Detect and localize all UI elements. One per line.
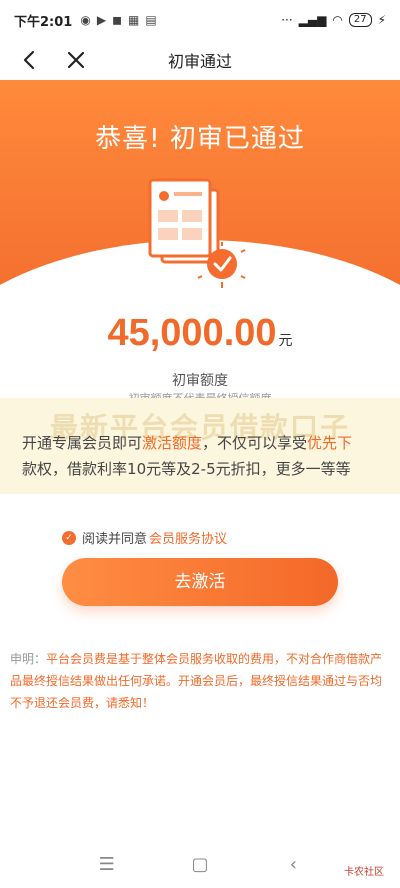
status-system-icons: ··· ▂▄▆ ◠ 27 ⚡ xyxy=(281,13,386,27)
agreement-row[interactable]: ✓ 阅读并同意 会员服务协议 xyxy=(62,528,227,547)
approved-document-icon xyxy=(148,178,246,288)
agreement-prefix: 阅读并同意 xyxy=(82,532,148,547)
close-icon[interactable] xyxy=(64,48,88,72)
promo-line-2: 款权，借款利率10元等及2-5元折扣，更多一等等 xyxy=(22,456,380,482)
play-store-icon: ▶ xyxy=(96,13,107,27)
battery-icon: 27 xyxy=(348,13,372,27)
promo-line-1: 开通专属会员即可激活额度，不仅可以享受优先下 xyxy=(22,430,380,456)
back-arrow-icon[interactable] xyxy=(18,48,42,72)
agree-checkbox[interactable]: ✓ xyxy=(62,530,76,545)
amount-unit: 元 xyxy=(278,333,293,349)
promo-text-b: ，不仅可以享受 xyxy=(202,434,308,452)
promo-text-d: 等及 xyxy=(161,460,192,478)
signal-icon: ▂▄▆ xyxy=(298,13,327,27)
calendar-icon: ▦ xyxy=(128,13,140,27)
back-icon[interactable]: ‹ xyxy=(281,852,305,876)
membership-promo: 最新平台会员借款口子 开通专属会员即可激活额度，不仅可以享受优先下 款权，借款利… xyxy=(0,398,400,494)
home-icon[interactable]: ▢ xyxy=(188,852,212,876)
message-icon: ▤ xyxy=(145,13,157,27)
amount-label: 初审额度 xyxy=(172,373,228,389)
promo-highlight-activate: 激活额度 xyxy=(142,434,203,452)
promo-highlight-discount: 2-5 xyxy=(191,460,216,478)
promo-highlight-right: 款权 xyxy=(22,460,53,478)
status-time: 下午2:01 xyxy=(14,14,73,30)
statement-text: 平台会员费是基于整体会员服务收取的费用，不对合作商借款产品最终授信结果做出任何承… xyxy=(10,652,383,710)
amount-value: 45,000.00 xyxy=(107,312,277,354)
hero-title: 恭喜! 初审已通过 xyxy=(95,124,305,154)
menu-icon[interactable]: ☰ xyxy=(95,852,119,876)
activate-button[interactable]: 去激活 xyxy=(62,558,338,606)
charging-icon: ⚡ xyxy=(377,13,386,27)
statement: 申明：平台会员费是基于整体会员服务收取的费用，不对合作商借款产品最终授信结果做出… xyxy=(10,648,388,714)
chat-icon: ◉ xyxy=(80,13,91,27)
system-navigation-bar: ☰ ▢ ‹ xyxy=(0,840,400,888)
wifi-icon: ◠ xyxy=(332,13,343,27)
membership-agreement-link[interactable]: 会员服务协议 xyxy=(149,528,227,547)
page-title: 初审通过 xyxy=(167,52,232,71)
promo-text-a: 开通专属会员即可 xyxy=(22,434,143,452)
promo-text-c: ，借款利率 xyxy=(52,460,128,478)
more-dots-icon: ··· xyxy=(281,13,293,27)
site-watermark-logo: 卡农社区 xyxy=(344,867,384,878)
status-bar: 下午2:01 ◉ ▶ ◼ ▦ ▤ ··· ▂▄▆ ◠ 27 ⚡ xyxy=(0,0,400,40)
status-notification-icons: ◉ ▶ ◼ ▦ ▤ xyxy=(80,13,156,27)
promo-highlight-rate: 10元 xyxy=(127,460,162,478)
promo-highlight-priority: 优先下 xyxy=(307,434,353,452)
promo-text-e: 元折扣，更多一等等 xyxy=(215,460,351,478)
game-icon: ◼ xyxy=(112,13,123,27)
approved-amount: 45,000.00 元 xyxy=(0,312,400,355)
top-navigation: 初审通过 xyxy=(0,40,400,80)
statement-lead: 申明： xyxy=(10,652,47,666)
